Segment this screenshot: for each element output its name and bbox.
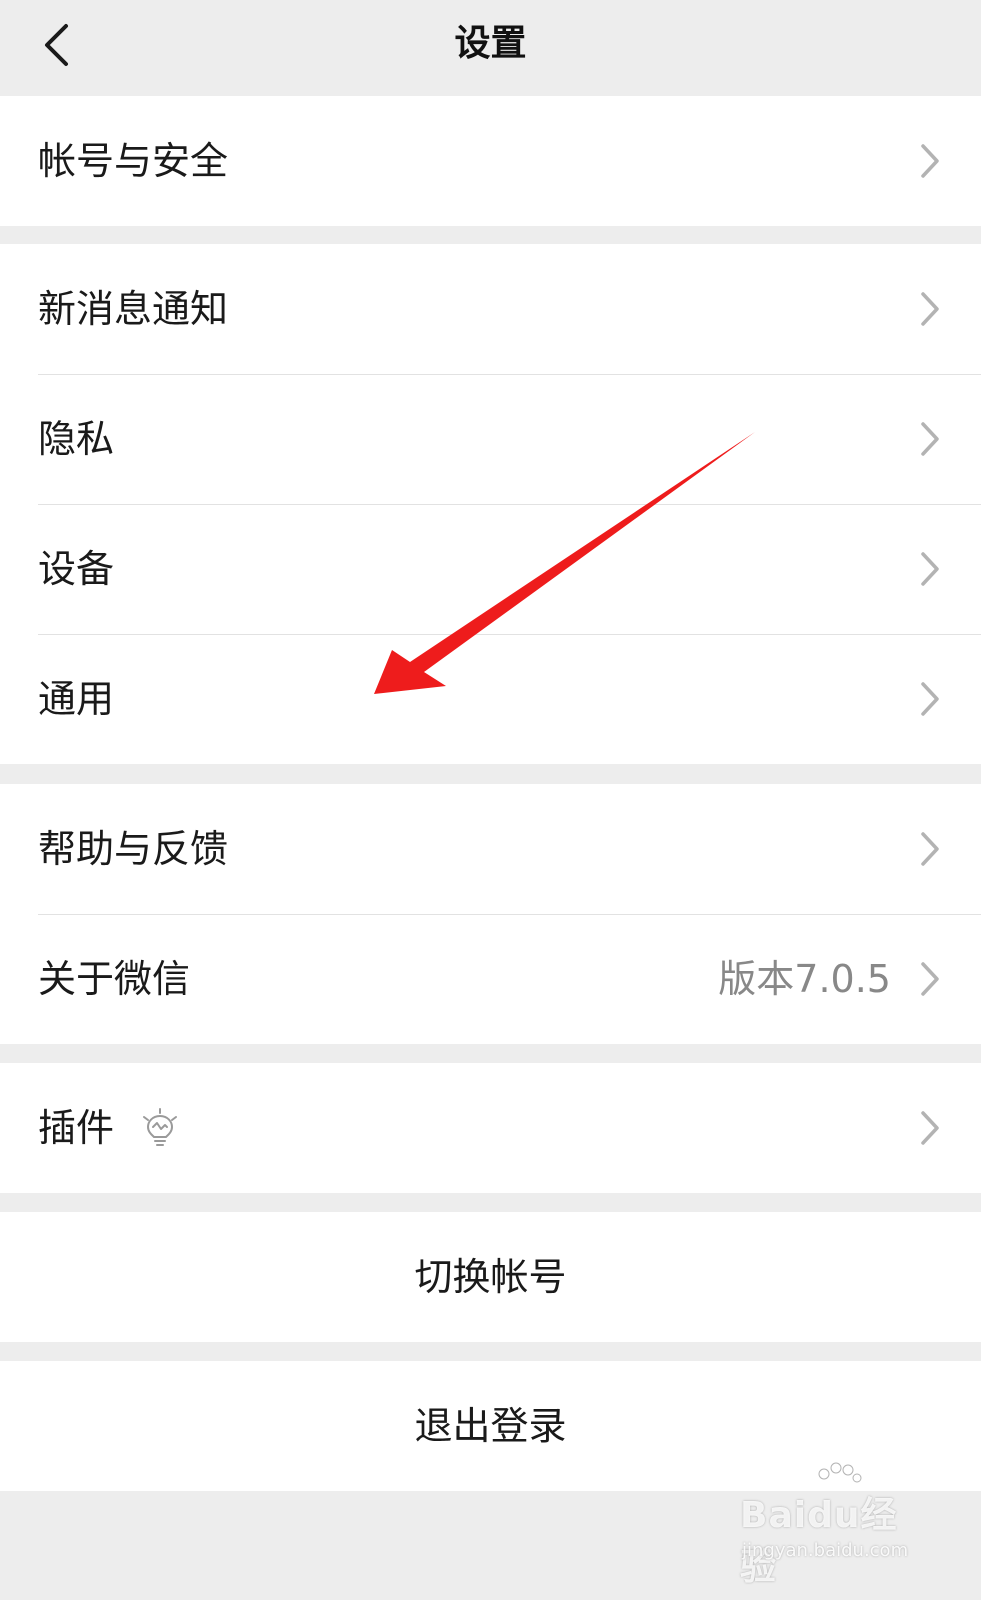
settings-item-account-security[interactable]: 帐号与安全	[0, 96, 981, 226]
watermark-url: jingyan.baidu.com	[742, 1540, 909, 1561]
settings-item-general[interactable]: 通用	[0, 634, 981, 764]
settings-item-help-feedback[interactable]: 帮助与反馈	[0, 784, 981, 914]
settings-item-about-wechat[interactable]: 关于微信 版本7.0.5	[0, 914, 981, 1044]
settings-item-notifications[interactable]: 新消息通知	[0, 244, 981, 374]
settings-item-devices[interactable]: 设备	[0, 504, 981, 634]
settings-item-label: 设备	[38, 547, 115, 591]
settings-item-label: 隐私	[38, 417, 115, 461]
settings-item-label: 通用	[38, 677, 115, 721]
chevron-right-icon	[921, 682, 939, 716]
chevron-right-icon	[921, 962, 939, 996]
settings-group-help: 帮助与反馈 关于微信 版本7.0.5	[0, 784, 981, 1044]
settings-item-label: 新消息通知	[38, 287, 229, 331]
settings-item-label: 关于微信	[38, 957, 191, 1001]
settings-group-general: 新消息通知 隐私 设备 通用	[0, 244, 981, 764]
chevron-right-icon	[921, 552, 939, 586]
settings-item-plugins[interactable]: 插件	[0, 1063, 981, 1193]
settings-item-label: 帐号与安全	[38, 139, 229, 183]
chevron-right-icon	[921, 144, 939, 178]
settings-group-plugins: 插件	[0, 1063, 981, 1193]
settings-group-account: 帐号与安全	[0, 96, 981, 226]
chevron-right-icon	[921, 422, 939, 456]
switch-account-button[interactable]: 切换帐号	[0, 1212, 981, 1342]
switch-account-group: 切换帐号	[0, 1212, 981, 1342]
settings-item-label: 插件	[38, 1106, 115, 1150]
page-title: 设置	[454, 23, 527, 64]
navigation-bar: 设置	[0, 0, 981, 96]
watermark-brand: Baidu经验	[740, 1495, 898, 1588]
chevron-right-icon	[921, 292, 939, 326]
version-value: 版本7.0.5	[718, 957, 891, 1001]
settings-item-label: 帮助与反馈	[38, 827, 229, 871]
lightbulb-icon	[143, 1108, 177, 1146]
chevron-right-icon	[921, 832, 939, 866]
switch-account-label: 切换帐号	[414, 1255, 567, 1299]
baidu-watermark: Baidu经验 jingyan.baidu.com	[740, 1462, 920, 1588]
chevron-right-icon	[921, 1111, 939, 1145]
settings-item-privacy[interactable]: 隐私	[0, 374, 981, 504]
